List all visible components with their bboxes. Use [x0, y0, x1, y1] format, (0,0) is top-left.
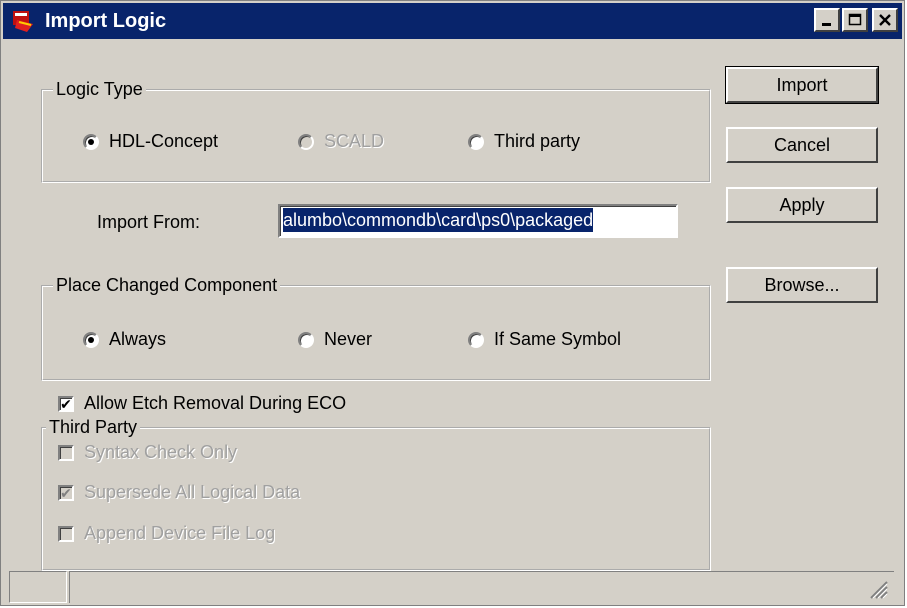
- status-pane-1: [9, 571, 67, 603]
- radio-scald-label: SCALD: [324, 131, 385, 151]
- radio-if-same-symbol[interactable]: If Same Symbol: [468, 329, 621, 350]
- third-party-legend: Third Party: [49, 417, 138, 437]
- logic-type-legend: Logic Type: [56, 79, 143, 99]
- radio-third-party[interactable]: Third party: [468, 131, 580, 152]
- status-pane-2: [69, 571, 894, 603]
- syntax-check-only-checkbox: Syntax Check Only: [58, 442, 237, 463]
- window-title: Import Logic: [45, 9, 167, 32]
- radio-always-indicator: [83, 331, 99, 348]
- import-from-input[interactable]: alumbo\commondb\card\ps0\packaged: [278, 204, 678, 238]
- close-icon: [879, 14, 891, 26]
- radio-if-same-symbol-label: If Same Symbol: [494, 329, 622, 349]
- append-device-file-log-box: [58, 525, 74, 542]
- supersede-all-logical-data-checkbox: ✔ Supersede All Logical Data: [58, 482, 300, 503]
- cancel-button[interactable]: Cancel: [726, 127, 878, 163]
- radio-always[interactable]: Always: [83, 329, 166, 350]
- syntax-check-only-box: [58, 444, 74, 461]
- radio-third-party-label: Third party: [494, 131, 581, 151]
- syntax-check-only-label: Syntax Check Only: [84, 442, 238, 462]
- import-logic-dialog: Import Logic Logic Type HDL-Concept SCAL…: [0, 0, 905, 606]
- import-from-value: alumbo\commondb\card\ps0\packaged: [283, 208, 594, 232]
- radio-if-same-symbol-indicator: [468, 331, 484, 348]
- radio-never[interactable]: Never: [298, 329, 372, 350]
- title-bar[interactable]: Import Logic: [3, 3, 902, 39]
- status-bar: [9, 569, 894, 603]
- radio-never-label: Never: [324, 329, 373, 349]
- import-from-label: Import From:: [97, 212, 201, 232]
- browse-button[interactable]: Browse...: [726, 267, 878, 303]
- radio-always-label: Always: [109, 329, 167, 349]
- import-button[interactable]: Import: [725, 66, 879, 104]
- supersede-all-logical-data-label: Supersede All Logical Data: [84, 482, 301, 502]
- append-device-file-log-label: Append Device File Log: [84, 523, 276, 543]
- radio-never-indicator: [298, 331, 314, 348]
- allow-etch-removal-checkbox[interactable]: ✔ Allow Etch Removal During ECO: [58, 393, 346, 414]
- allow-etch-removal-label: Allow Etch Removal During ECO: [84, 393, 347, 413]
- minimize-button[interactable]: [814, 8, 840, 32]
- radio-scald: SCALD: [298, 131, 384, 152]
- radio-hdl-concept[interactable]: HDL-Concept: [83, 131, 218, 152]
- supersede-all-logical-data-box: ✔: [58, 484, 74, 501]
- place-changed-group: Place Changed Component: [41, 275, 711, 381]
- maximize-icon: [848, 13, 862, 26]
- radio-hdl-concept-label: HDL-Concept: [109, 131, 219, 151]
- allow-etch-removal-box: ✔: [58, 395, 74, 412]
- app-logo-icon: [13, 11, 33, 32]
- place-changed-legend: Place Changed Component: [56, 275, 278, 295]
- maximize-button[interactable]: [842, 8, 868, 32]
- radio-hdl-concept-indicator: [83, 133, 99, 150]
- radio-scald-indicator: [298, 133, 314, 150]
- minimize-icon: [822, 23, 831, 26]
- append-device-file-log-checkbox: Append Device File Log: [58, 523, 275, 544]
- radio-third-party-indicator: [468, 133, 484, 150]
- apply-button[interactable]: Apply: [726, 187, 878, 223]
- close-button[interactable]: [872, 8, 898, 32]
- title-buttons: [814, 8, 898, 32]
- resize-grip-icon[interactable]: [866, 577, 888, 599]
